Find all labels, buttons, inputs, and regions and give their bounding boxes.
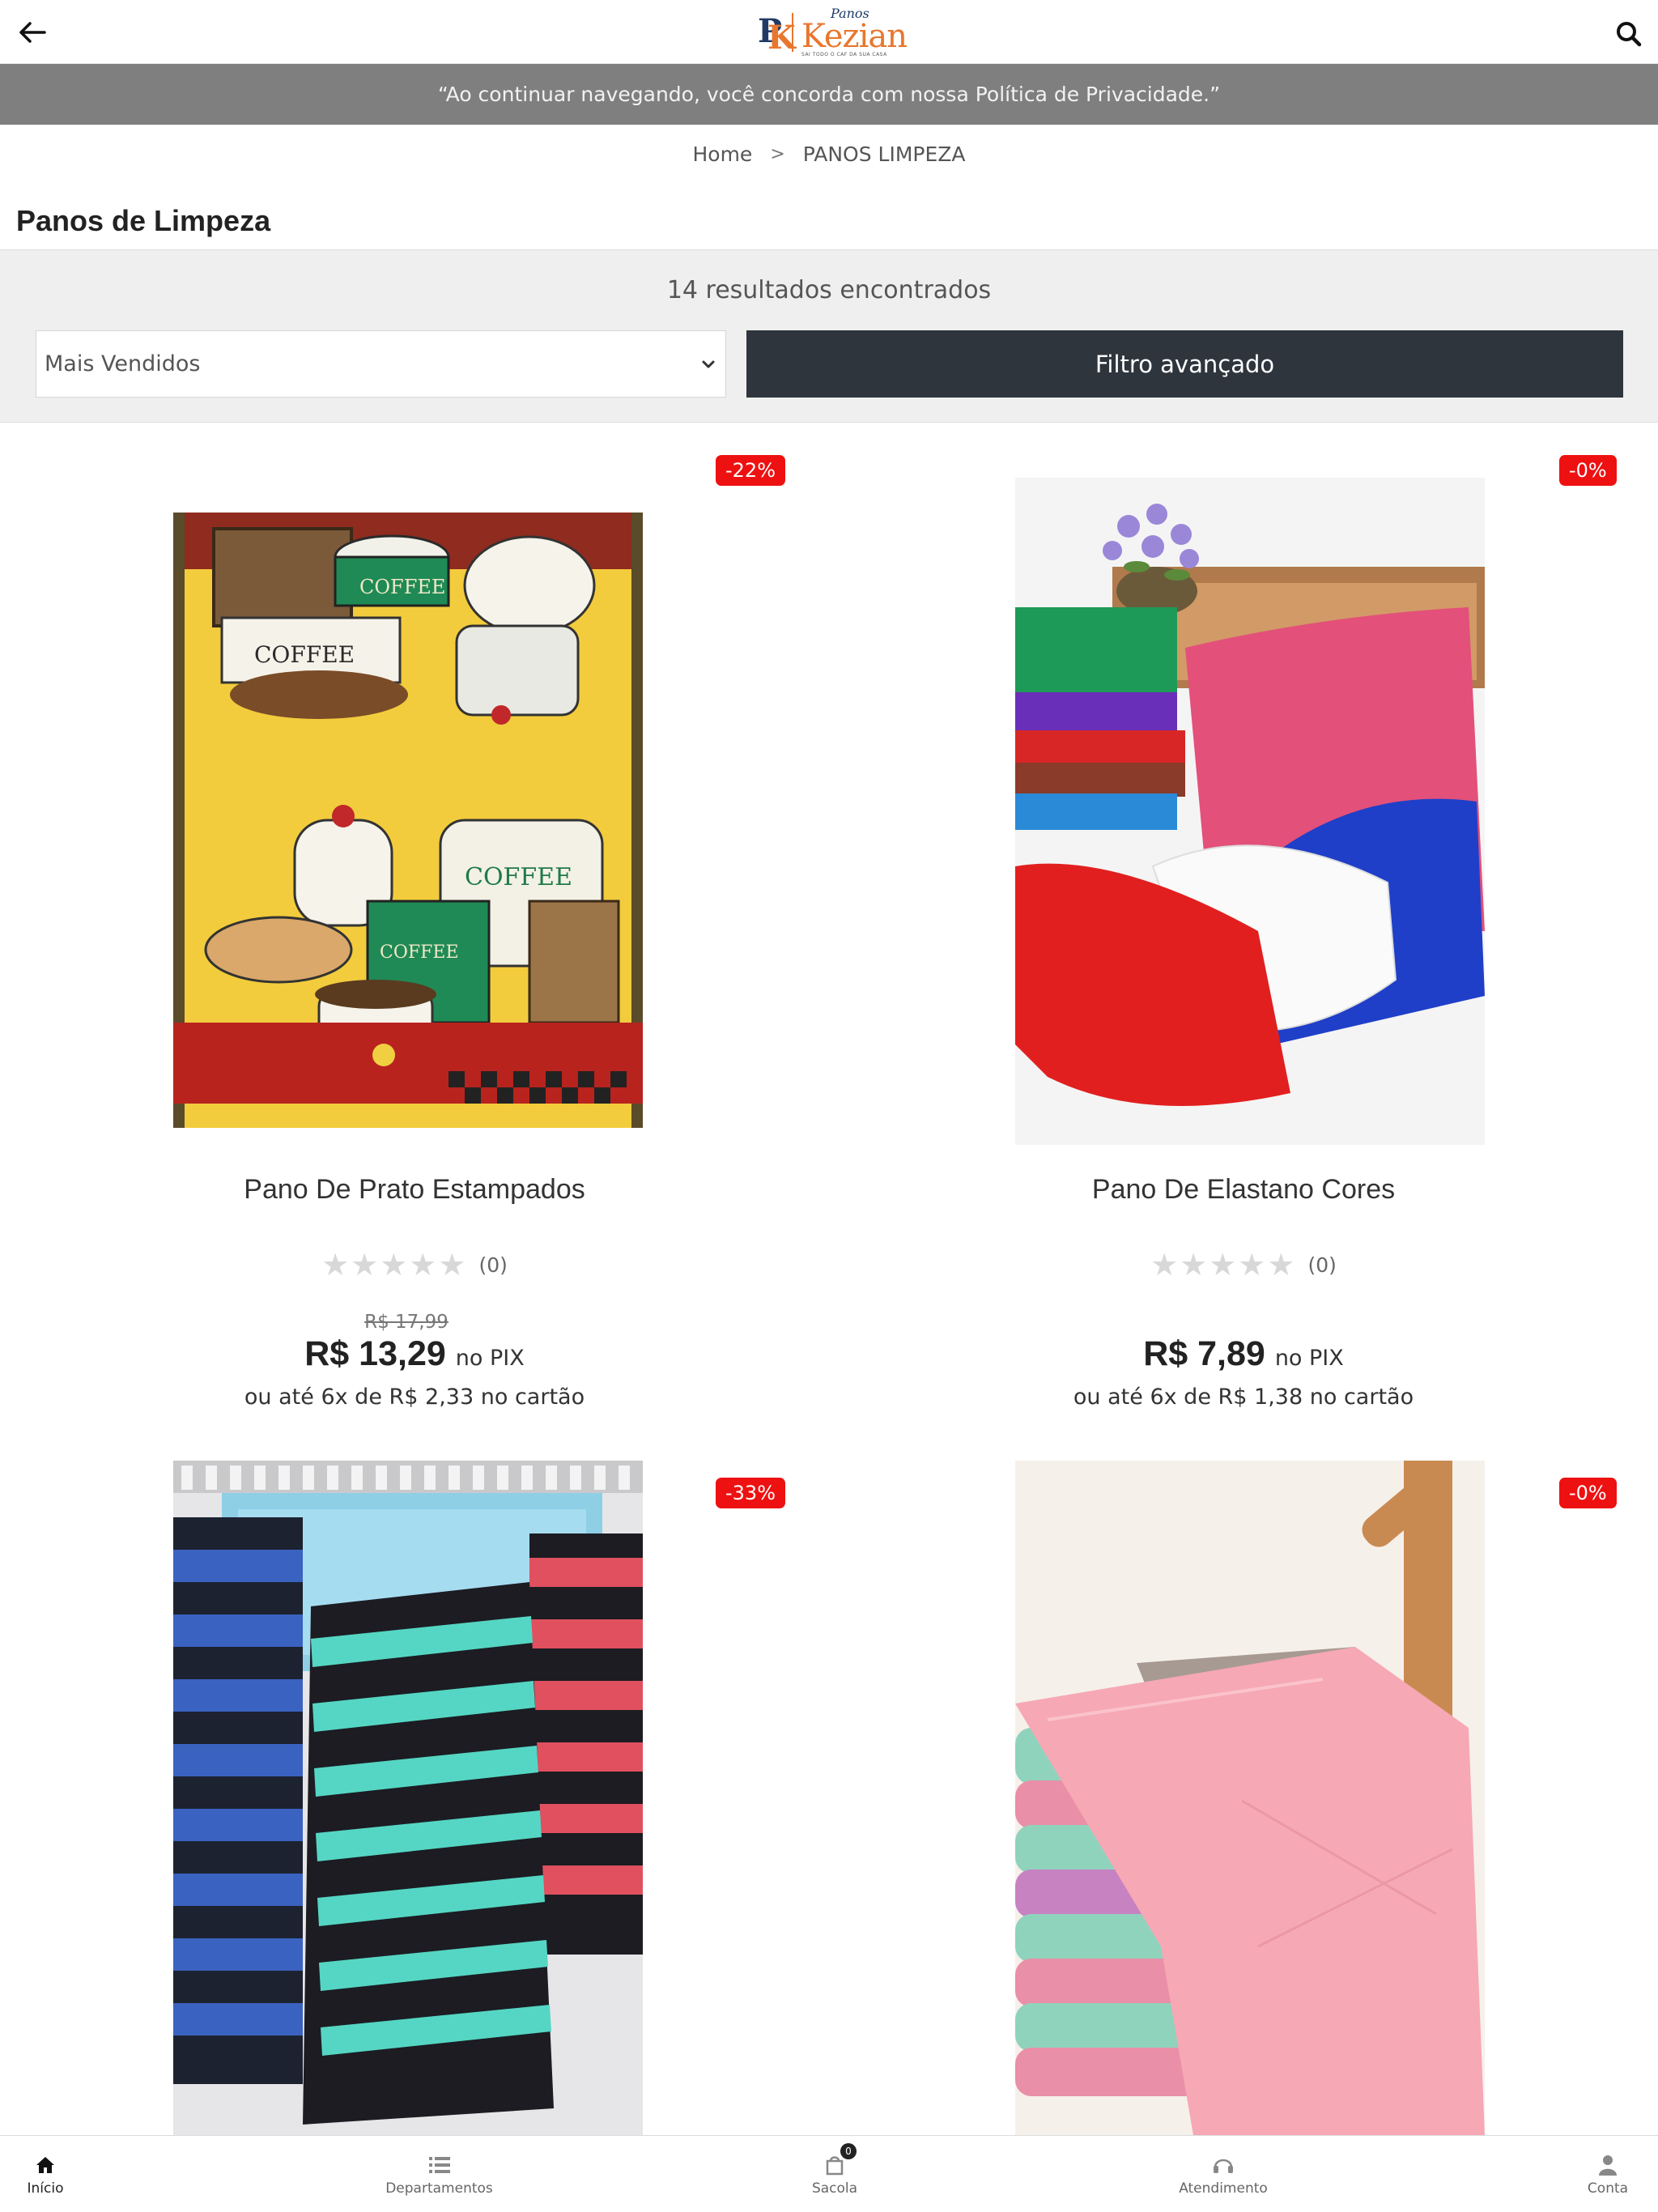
old-price: R$ 17,99 (364, 1312, 449, 1333)
svg-text:COFFEE: COFFEE (465, 863, 572, 891)
logo-wordmark: Panos Kezian SAI TODO O CAF DA SUA CASA (801, 7, 908, 57)
search-icon (1617, 22, 1642, 47)
back-button[interactable] (16, 16, 49, 49)
breadcrumb: Home > PANOS LIMPEZA (0, 138, 1658, 170)
page-title: Panos de Limpeza (16, 204, 271, 237)
product-image[interactable]: COFFEE COFFEE COFFEE COFFEE (173, 513, 643, 1128)
price-line: R$ 7,89 no PIX (829, 1334, 1658, 1374)
product-rating: ★★★★★ (0) (0, 1247, 829, 1283)
nav-label-inicio: Início (27, 2180, 64, 2197)
advanced-filter-button[interactable]: Filtro avançado (746, 330, 1623, 398)
product-card[interactable]: -33% (0, 1457, 829, 2135)
breadcrumb-home-link[interactable]: Home (692, 143, 752, 166)
rating-stars: ★★★★★ (1150, 1247, 1297, 1283)
svg-text:COFFEE: COFFEE (359, 576, 445, 598)
brand-logo[interactable]: P K Panos Kezian SAI TODO O CAF DA SUA C… (758, 7, 908, 57)
dish-towel-coffee-image: COFFEE COFFEE COFFEE COFFEE (173, 513, 643, 1128)
product-name[interactable]: Pano De Elastano Cores (829, 1174, 1658, 1206)
price-line: R$ 13,29 no PIX (0, 1334, 829, 1374)
privacy-notice: “Ao continuar navegando, você concorda c… (0, 64, 1658, 125)
nav-label-atendimento: Atendimento (1179, 2180, 1268, 2197)
striped-towels-image (173, 1461, 643, 2135)
breadcrumb-separator: > (770, 143, 785, 164)
privacy-notice-text: “Ao continuar navegando, você concorda c… (437, 83, 1221, 106)
chevron-down-icon (702, 360, 715, 368)
breadcrumb-current: PANOS LIMPEZA (802, 142, 966, 166)
product-card[interactable]: -0% Pano De Elastano Cores ★★★★★ (0) R$ … (829, 437, 1658, 1425)
logo-brand-name: Kezian (801, 18, 908, 55)
product-image[interactable] (173, 1461, 643, 2135)
discount-badge: -0% (1559, 1478, 1617, 1508)
user-icon (1596, 2153, 1620, 2177)
rating-stars: ★★★★★ (321, 1247, 468, 1283)
discount-badge: -22% (716, 455, 786, 486)
home-icon (33, 2153, 57, 2177)
nav-item-atendimento[interactable]: Atendimento (1146, 2136, 1301, 2212)
logo-tagline: SAI TODO O CAF DA SUA CASA (801, 52, 887, 57)
bag-count-badge: 0 (840, 2142, 857, 2159)
discount-badge: -33% (716, 1478, 786, 1508)
product-card[interactable]: -22% COFFEE COFFEE COFFEE COFFEE Pano De… (0, 437, 829, 1425)
bottom-navigation: Início Departamentos 0 Sacola Atendiment… (0, 2135, 1658, 2212)
arrow-left-icon (19, 22, 46, 43)
filter-bar: 14 resultados encontrados Mais Vendidos … (0, 249, 1658, 423)
rating-count: (0) (478, 1253, 508, 1277)
logo-monogram: P K (758, 12, 796, 57)
list-icon (427, 2153, 452, 2177)
price-pix-label: no PIX (455, 1346, 525, 1371)
price-pix-label: no PIX (1274, 1346, 1344, 1371)
nav-label-departamentos: Departamentos (385, 2180, 493, 2197)
product-price: R$ 13,29 (304, 1334, 446, 1373)
product-card[interactable]: -0% (829, 1457, 1658, 2135)
headset-icon (1211, 2153, 1235, 2177)
sort-selected-value: Mais Vendidos (45, 351, 201, 376)
nav-item-inicio[interactable]: Início (0, 2136, 91, 2212)
product-image[interactable] (1015, 478, 1485, 1145)
installments-text: ou até 6x de R$ 2,33 no cartão (244, 1385, 585, 1410)
nav-item-conta[interactable]: Conta (1562, 2136, 1653, 2212)
nav-item-sacola[interactable]: 0 Sacola (789, 2136, 880, 2212)
nav-label-sacola: Sacola (811, 2180, 858, 2197)
results-count: 14 resultados encontrados (666, 276, 992, 304)
product-name[interactable]: Pano De Prato Estampados (0, 1174, 829, 1206)
installments-text: ou até 6x de R$ 1,38 no cartão (1073, 1385, 1414, 1410)
product-price: R$ 7,89 (1143, 1334, 1265, 1373)
svg-text:COFFEE: COFFEE (380, 942, 459, 963)
nav-label-conta: Conta (1587, 2180, 1629, 2197)
rating-count: (0) (1307, 1253, 1337, 1277)
sort-select[interactable]: Mais Vendidos (36, 330, 726, 398)
microfiber-cloths-image (1015, 478, 1485, 1145)
search-button[interactable] (1613, 18, 1645, 50)
svg-text:COFFEE: COFFEE (254, 641, 355, 668)
product-image[interactable] (1015, 1461, 1485, 2135)
pink-cloths-stack-image (1015, 1461, 1485, 2135)
nav-item-departamentos[interactable]: Departamentos (356, 2136, 522, 2212)
product-rating: ★★★★★ (0) (829, 1247, 1658, 1283)
top-header: P K Panos Kezian SAI TODO O CAF DA SUA C… (0, 0, 1658, 64)
bag-icon: 0 (823, 2142, 857, 2177)
discount-badge: -0% (1559, 455, 1617, 486)
